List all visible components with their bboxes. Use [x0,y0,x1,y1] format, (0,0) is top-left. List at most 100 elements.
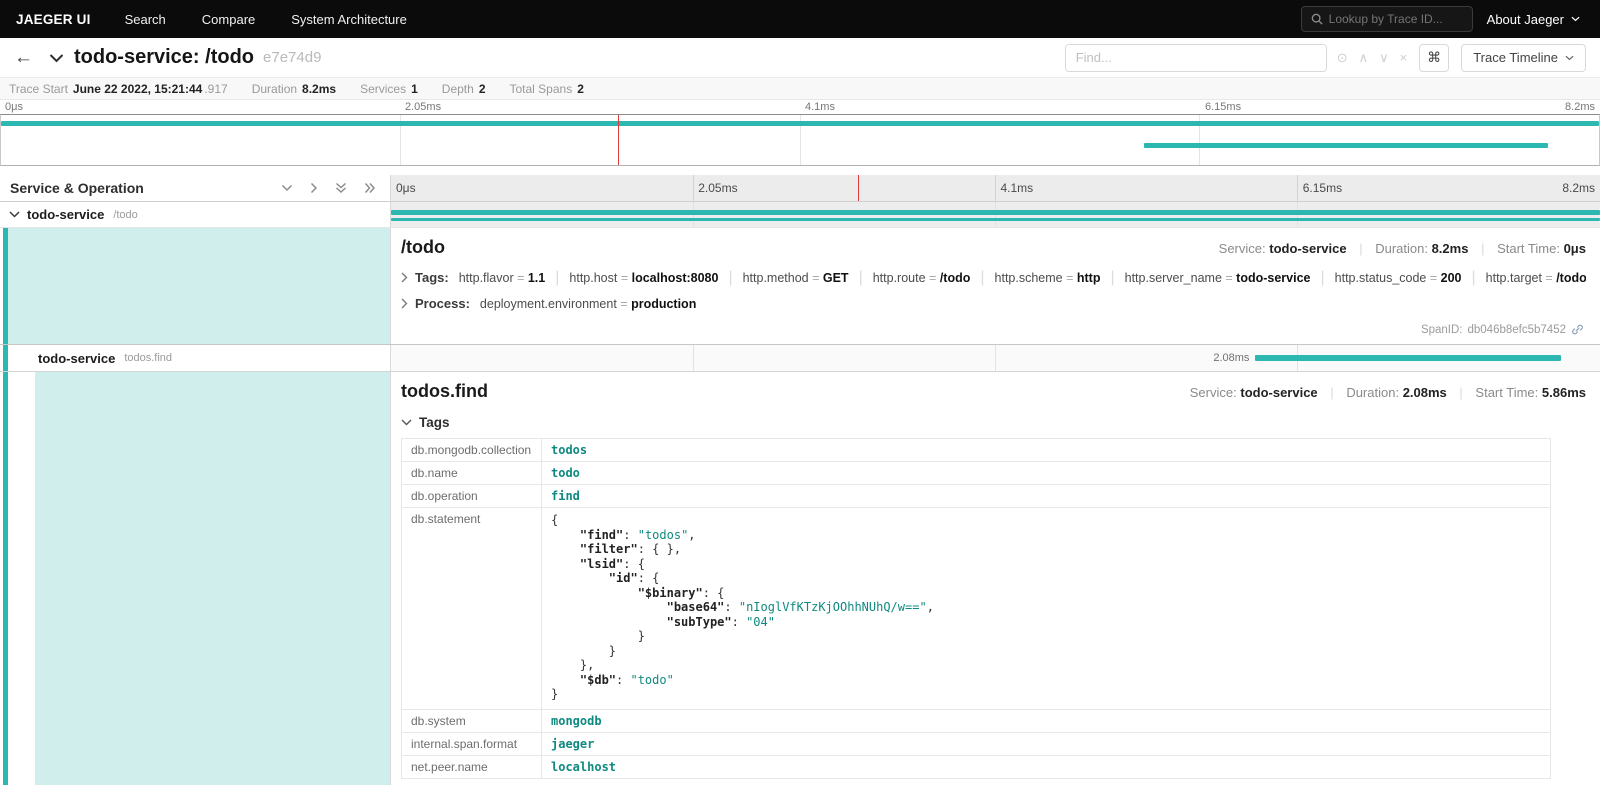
kv-separator [980,269,984,286]
next-match-icon[interactable]: ∨ [1379,51,1389,64]
trace-collapse-chevron-icon[interactable] [49,53,64,63]
kv-separator [859,269,863,286]
db-statement-json: { "find": "todos", "filter": { }, "lsid"… [551,513,1541,702]
json-string: "todo" [630,673,673,687]
service-value: todo-service [1240,385,1317,400]
tick-label: 2.05ms [698,181,737,195]
process-label: Process: [415,296,470,311]
trace-view-label: Trace Timeline [1473,50,1558,65]
kv-separator [1472,269,1476,286]
nav-item-compare[interactable]: Compare [184,12,273,27]
find-box[interactable] [1065,44,1327,72]
keyboard-shortcuts-button[interactable]: ⌘ [1419,44,1449,72]
tag-item: http.method = GET [743,271,849,285]
duration-label: Duration: [1375,241,1428,256]
about-jaeger-menu[interactable]: About Jaeger [1487,12,1580,27]
start-time-label: Start Time: [1475,385,1538,400]
span-id-row: SpanID: db046b8efc5b7452 [1421,323,1584,336]
tag-value-cell: localhost [542,755,1551,778]
json-string: "nIoglVfKTzKjOOhhNUhQ/w==" [739,600,927,614]
trace-title: todo-service: /todo [74,46,254,69]
kv-separator [555,269,559,286]
back-button[interactable]: ← [14,48,33,67]
span-name-child[interactable]: todo-service todos.find [0,345,391,371]
minimap-canvas[interactable] [0,114,1600,166]
tag-value: /todo [940,271,971,285]
tick-label: 0μs [396,181,416,195]
operation-name: todos.find [124,352,172,364]
json-punct [551,528,580,542]
json-punct: } [551,644,616,658]
trace-id-lookup[interactable] [1301,6,1473,32]
tag-key: deployment.environment [480,297,617,311]
span-bar-root[interactable] [391,210,1600,215]
json-punct: : [724,600,738,614]
equals-sign: = [1222,271,1236,285]
equals-sign: = [1542,271,1556,285]
expand-all-icon[interactable] [364,182,376,194]
find-input[interactable] [1076,50,1316,65]
summary-label: Services [360,82,406,96]
summary-label: Trace Start [9,82,68,96]
nav-item-search[interactable]: Search [107,12,184,27]
summary-value: 2 [479,82,486,96]
span-name-root[interactable]: todo-service /todo [0,202,391,227]
duration-value: 8.2ms [1432,241,1469,256]
tag-value-cell: { "find": "todos", "filter": { }, "lsid"… [542,508,1551,710]
json-punct: }, [551,658,594,672]
json-key: "$binary" [638,586,703,600]
app-logo[interactable]: JAEGER UI [0,12,107,27]
tags-accordion[interactable]: Tags: http.flavor = 1.1http.host = local… [401,269,1586,287]
chevron-right-icon [401,298,408,309]
operation-name: /todo [113,209,137,221]
chevron-down-icon[interactable] [9,211,20,218]
nav-item-system-architecture[interactable]: System Architecture [273,12,425,27]
tag-key-cell: net.peer.name [402,755,542,778]
tick-label: 6.15ms [1205,101,1241,113]
json-punct: , [688,528,695,542]
tag-value: GET [823,271,849,285]
tags-section-toggle[interactable]: Tags [401,415,1586,430]
equals-sign: = [617,271,631,285]
tag-key: http.target [1486,271,1542,285]
collapse-all-icon[interactable] [335,182,347,194]
clear-find-icon[interactable]: × [1400,51,1408,64]
trace-id-input[interactable] [1329,12,1463,26]
timeline-header-left: Service & Operation [0,175,391,201]
meta-separator [1459,385,1462,400]
trace-title-bar: ← todo-service: /todo e7e74d9 ⊙ ∧ ∨ × ⌘ … [0,38,1600,78]
json-key: "find" [580,528,623,542]
process-accordion[interactable]: Process: deployment.environment = produc… [401,295,1586,313]
prev-match-icon[interactable]: ∧ [1359,51,1369,64]
span-bar-child[interactable] [1255,355,1561,361]
tag-value: 200 [1441,271,1462,285]
span-accent-fill [8,228,390,344]
summary-item: Depth2 [442,82,486,96]
equals-sign: = [1063,271,1077,285]
summary-label: Duration [252,82,297,96]
tag-key-cell: db.mongodb.collection [402,439,542,462]
tag-table-row: db.nametodo [402,462,1551,485]
tags-table: db.mongodb.collectiontodosdb.nametododb.… [401,438,1551,779]
kv-separator [728,269,732,286]
json-punct [551,673,580,687]
command-icon: ⌘ [1427,50,1441,66]
span-detail-root-gutter [0,228,391,344]
focus-match-icon[interactable]: ⊙ [1337,51,1348,64]
trace-view-dropdown[interactable]: Trace Timeline [1461,44,1586,72]
tag-key-cell: db.system [402,709,542,732]
span-track-root[interactable] [391,202,1600,227]
collapse-one-icon[interactable] [281,184,293,192]
tick-label: 2.05ms [405,101,441,113]
meta-separator [1359,241,1362,256]
service-name: todo-service [38,351,115,366]
timeline-ruler[interactable]: 0μs2.05ms4.1ms6.15ms8.2ms [391,175,1600,201]
expand-one-icon[interactable] [310,182,318,194]
json-punct: { [551,513,558,527]
top-nav: JAEGER UI SearchCompareSystem Architectu… [0,0,1600,38]
tick-label: 4.1ms [1001,181,1034,195]
root-process-list: deployment.environment = production [480,295,696,313]
span-track-child[interactable]: 2.08ms [391,345,1600,371]
span-operation-title: /todo [401,237,445,258]
copy-link-icon[interactable] [1571,323,1584,336]
